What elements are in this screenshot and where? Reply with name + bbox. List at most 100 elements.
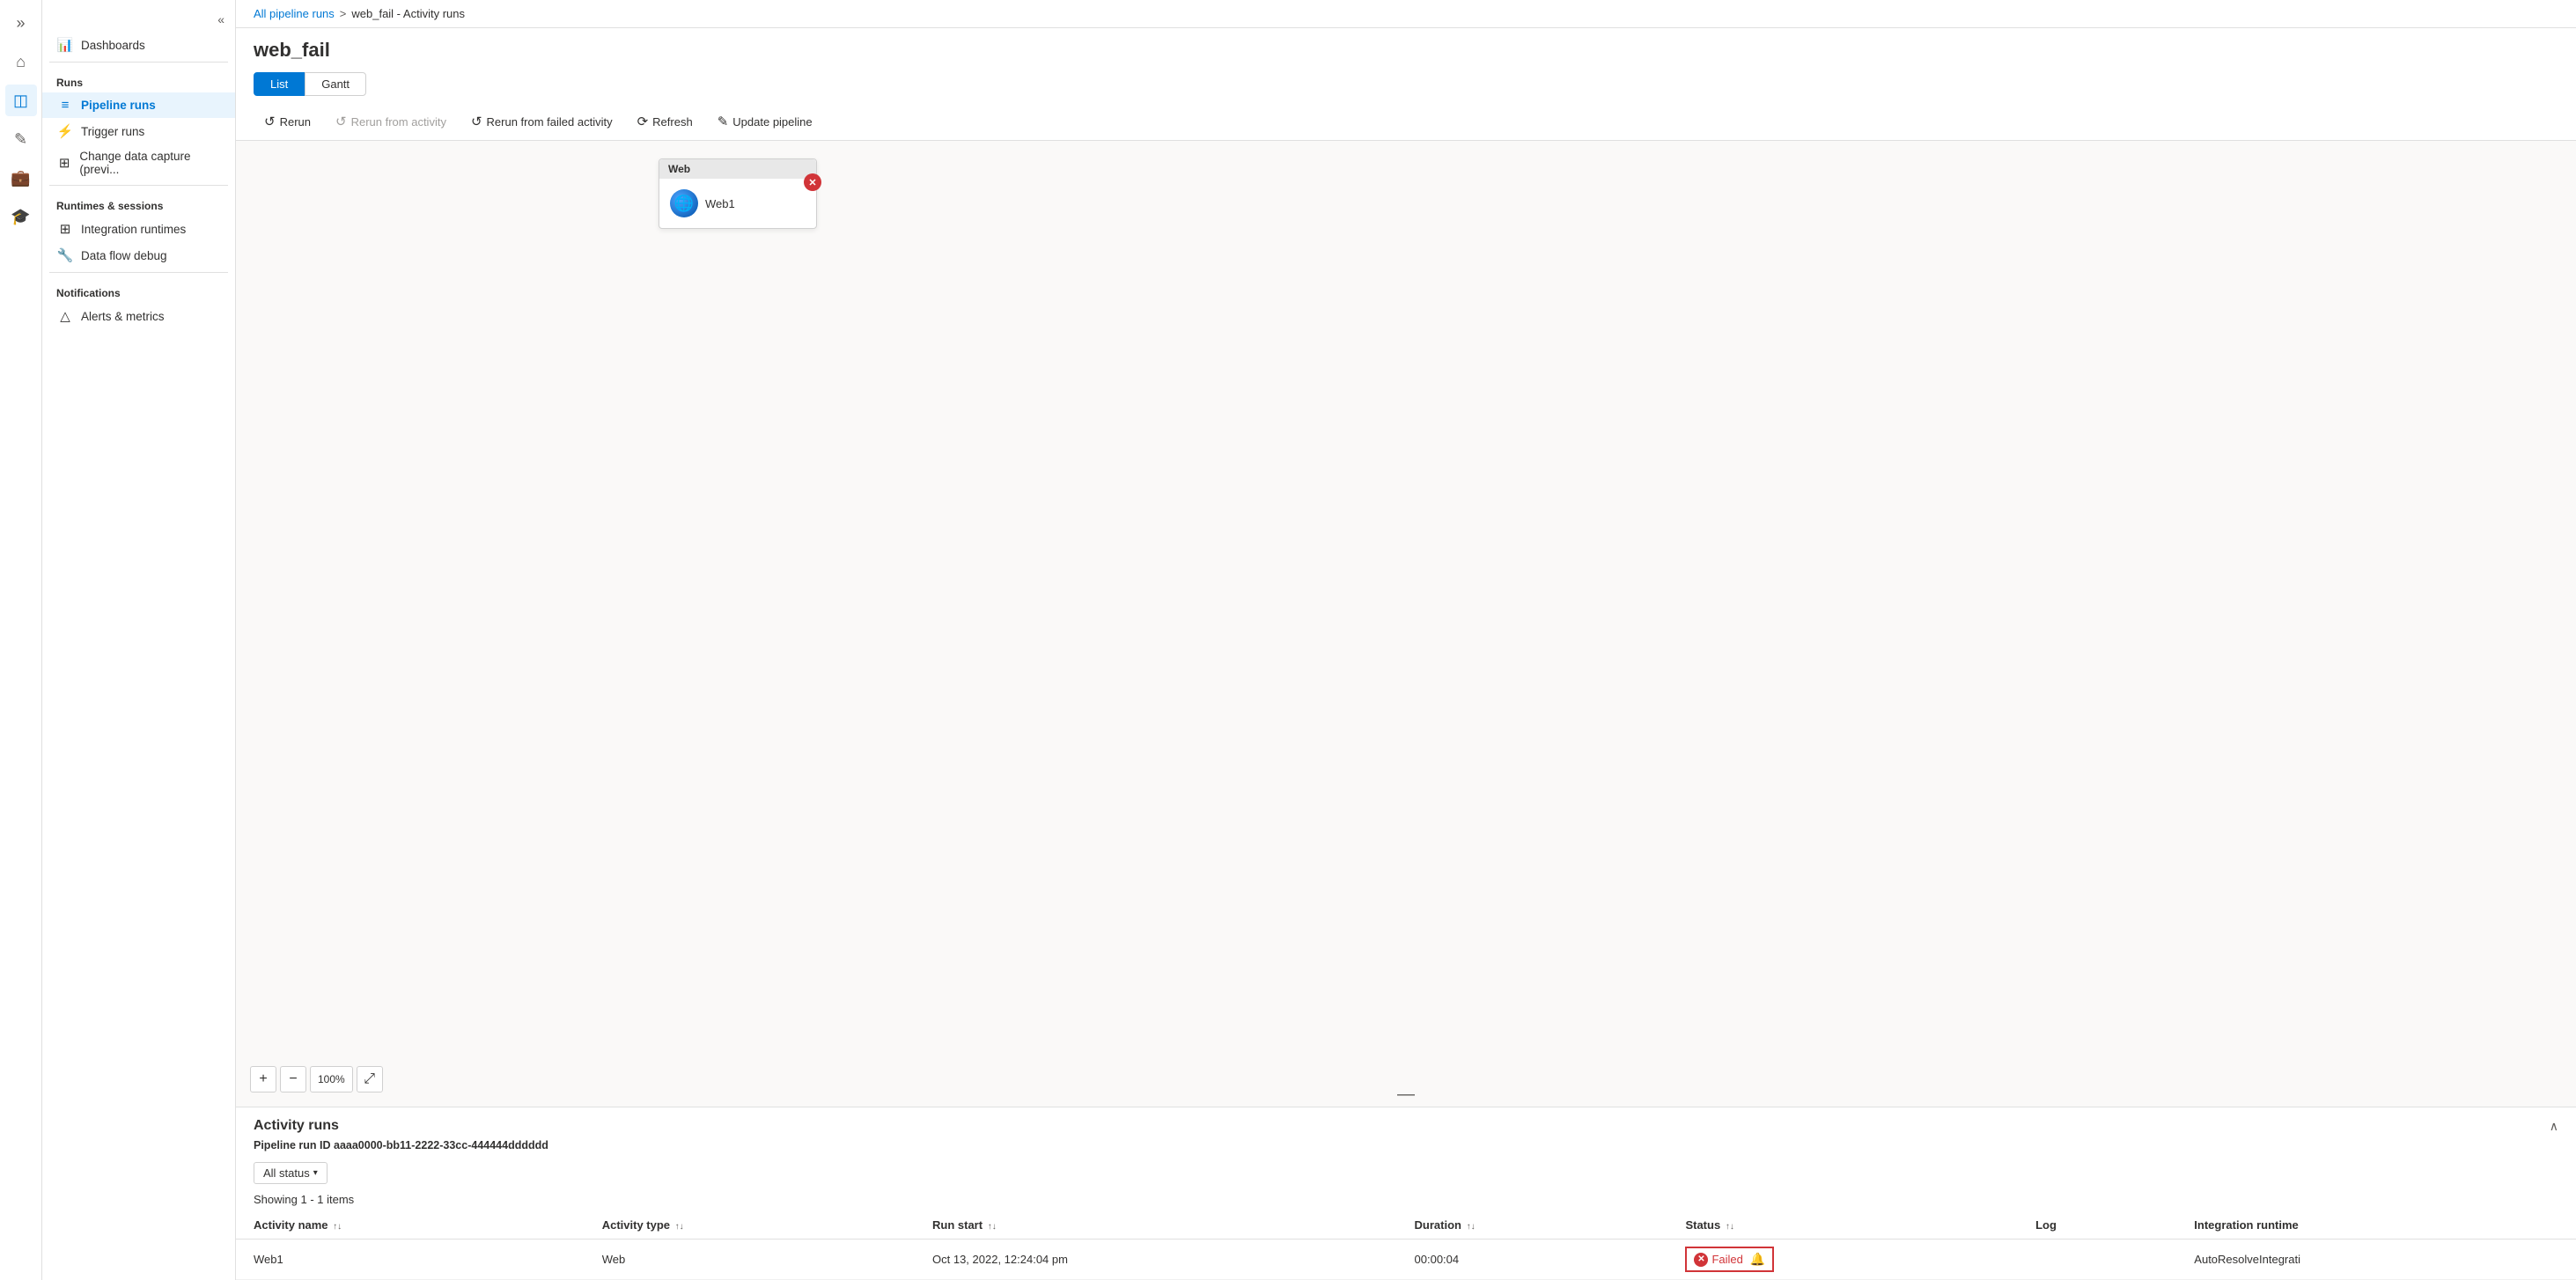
rerun-from-failed-button[interactable]: ↺ Rerun from failed activity bbox=[460, 108, 623, 135]
cell-run-start: Oct 13, 2022, 12:24:04 pm bbox=[915, 1240, 1397, 1280]
web-node-card[interactable]: Web 🌐 Web1 ✕ bbox=[659, 158, 817, 229]
rerun-button[interactable]: ↺ Rerun bbox=[254, 108, 321, 135]
cell-activity-name: Web1 bbox=[236, 1240, 585, 1280]
sidebar-item-dashboards[interactable]: 📊 Dashboards bbox=[42, 32, 235, 58]
rerun-from-activity-button[interactable]: ↺ Rerun from activity bbox=[325, 108, 457, 135]
sort-duration-icon[interactable]: ↑↓ bbox=[1467, 1222, 1476, 1232]
log-details-icon[interactable]: 🔔 bbox=[1750, 1252, 1765, 1267]
update-pipeline-button[interactable]: ✎ Update pipeline bbox=[707, 108, 823, 135]
dashboards-icon: 📊 bbox=[56, 37, 74, 53]
sort-activity-name-icon[interactable]: ↑↓ bbox=[333, 1222, 342, 1232]
update-pipeline-label: Update pipeline bbox=[732, 115, 812, 129]
sidebar-divider-1 bbox=[49, 62, 228, 63]
update-pipeline-icon: ✎ bbox=[718, 114, 729, 129]
activity-runs-section: Activity runs ∧ Pipeline run ID aaaa0000… bbox=[236, 1107, 2576, 1280]
web-node-header: Web bbox=[659, 159, 816, 179]
sidebar-item-trigger-runs[interactable]: ⚡ Trigger runs bbox=[42, 118, 235, 144]
zoom-in-button[interactable]: + bbox=[250, 1066, 276, 1092]
rerun-from-activity-label: Rerun from activity bbox=[351, 115, 446, 129]
sort-status-icon[interactable]: ↑↓ bbox=[1726, 1222, 1734, 1232]
col-run-start: Run start ↑↓ bbox=[915, 1211, 1397, 1240]
integration-runtimes-label: Integration runtimes bbox=[81, 223, 186, 236]
rerun-from-failed-label: Rerun from failed activity bbox=[487, 115, 613, 129]
trigger-runs-label: Trigger runs bbox=[81, 125, 144, 138]
zoom-percent-button[interactable]: 100% bbox=[310, 1066, 353, 1092]
pipeline-run-id-value: aaaa0000-bb11-2222-33cc-444444dddddd bbox=[334, 1139, 548, 1151]
status-filter: All status ▾ bbox=[236, 1159, 2576, 1191]
runs-section-label: Runs bbox=[42, 66, 235, 92]
icon-strip: » ⌂ ◫ ✎ 💼 🎓 bbox=[0, 0, 42, 1280]
sort-run-start-icon[interactable]: ↑↓ bbox=[988, 1222, 997, 1232]
sidebar-item-pipeline-runs[interactable]: ≡ Pipeline runs bbox=[42, 92, 235, 118]
sidebar-divider-3 bbox=[49, 272, 228, 273]
status-dropdown[interactable]: All status ▾ bbox=[254, 1162, 328, 1184]
web-node-body: 🌐 Web1 ✕ bbox=[659, 179, 816, 228]
refresh-button[interactable]: ⟳ Refresh bbox=[627, 108, 703, 135]
web-globe-icon: 🌐 bbox=[670, 189, 698, 217]
home-icon-btn[interactable]: ⌂ bbox=[5, 46, 37, 77]
drag-handle[interactable]: — bbox=[1397, 1085, 1415, 1107]
collapse-sidebar-btn[interactable]: « bbox=[214, 11, 228, 28]
web-node-error-icon: ✕ bbox=[804, 173, 821, 191]
change-data-capture-label: Change data capture (previ... bbox=[79, 150, 221, 176]
action-toolbar: ↺ Rerun ↺ Rerun from activity ↺ Rerun fr… bbox=[236, 103, 2576, 141]
pipeline-runs-icon: ≡ bbox=[56, 98, 74, 113]
sidebar-collapse-header: « bbox=[42, 7, 235, 32]
alerts-metrics-label: Alerts & metrics bbox=[81, 310, 165, 323]
sidebar-item-integration-runtimes[interactable]: ⊞ Integration runtimes bbox=[42, 216, 235, 242]
status-failed-icon: ✕ bbox=[1694, 1253, 1708, 1267]
cell-log bbox=[2018, 1240, 2176, 1280]
data-flow-debug-label: Data flow debug bbox=[81, 249, 167, 262]
tab-gantt[interactable]: Gantt bbox=[305, 72, 366, 96]
sidebar-dashboards-label: Dashboards bbox=[81, 39, 145, 52]
notifications-section-label: Notifications bbox=[42, 276, 235, 303]
status-failed-badge: ✕ Failed 🔔 bbox=[1685, 1247, 1774, 1272]
table-row: Web1 Web Oct 13, 2022, 12:24:04 pm 00:00… bbox=[236, 1240, 2576, 1280]
sidebar-item-change-data-capture[interactable]: ⊞ Change data capture (previ... bbox=[42, 144, 235, 181]
rerun-icon: ↺ bbox=[264, 114, 276, 129]
breadcrumb-link[interactable]: All pipeline runs bbox=[254, 7, 335, 20]
edit-icon-btn[interactable]: ✎ bbox=[5, 123, 37, 155]
breadcrumb-separator: > bbox=[340, 7, 347, 20]
monitor-icon-btn[interactable]: ◫ bbox=[5, 85, 37, 116]
showing-text: Showing 1 - 1 items bbox=[236, 1191, 2576, 1211]
pipeline-run-id: Pipeline run ID aaaa0000-bb11-2222-33cc-… bbox=[236, 1137, 2576, 1159]
breadcrumb-current: web_fail - Activity runs bbox=[351, 7, 465, 20]
cell-integration-runtime: AutoResolveIntegrati bbox=[2176, 1240, 2576, 1280]
hat-icon-btn[interactable]: 🎓 bbox=[5, 201, 37, 232]
canvas-area[interactable]: Web 🌐 Web1 ✕ + − 100% ⤢ — bbox=[236, 141, 2576, 1107]
collapse-activity-runs-btn[interactable]: ∧ bbox=[2550, 1119, 2558, 1134]
sort-activity-type-icon[interactable]: ↑↓ bbox=[675, 1222, 684, 1232]
alerts-metrics-icon: △ bbox=[56, 308, 74, 324]
col-status: Status ↑↓ bbox=[1667, 1211, 2018, 1240]
tab-list[interactable]: List bbox=[254, 72, 305, 96]
page-title: web_fail bbox=[236, 28, 2576, 69]
col-activity-name: Activity name ↑↓ bbox=[236, 1211, 585, 1240]
status-filter-label: All status bbox=[263, 1166, 310, 1180]
sidebar-item-data-flow-debug[interactable]: 🔧 Data flow debug bbox=[42, 242, 235, 269]
sidebar: « 📊 Dashboards Runs ≡ Pipeline runs ⚡ Tr… bbox=[42, 0, 236, 1280]
data-flow-debug-icon: 🔧 bbox=[56, 247, 74, 263]
rerun-label: Rerun bbox=[280, 115, 311, 129]
web-node-container: Web 🌐 Web1 ✕ bbox=[659, 158, 817, 229]
pipeline-runs-label: Pipeline runs bbox=[81, 99, 156, 112]
cell-status: ✕ Failed 🔔 bbox=[1667, 1240, 2018, 1280]
zoom-out-button[interactable]: − bbox=[280, 1066, 306, 1092]
refresh-label: Refresh bbox=[652, 115, 693, 129]
integration-runtimes-icon: ⊞ bbox=[56, 221, 74, 237]
zoom-controls: + − 100% ⤢ bbox=[250, 1066, 383, 1092]
briefcase-icon-btn[interactable]: 💼 bbox=[5, 162, 37, 194]
runtimes-section-label: Runtimes & sessions bbox=[42, 189, 235, 216]
activity-runs-header: Activity runs ∧ bbox=[236, 1107, 2576, 1137]
activity-runs-title: Activity runs bbox=[254, 1118, 339, 1134]
col-integration-runtime: Integration runtime bbox=[2176, 1211, 2576, 1240]
col-log: Log bbox=[2018, 1211, 2176, 1240]
col-duration: Duration ↑↓ bbox=[1397, 1211, 1668, 1240]
breadcrumb: All pipeline runs > web_fail - Activity … bbox=[236, 0, 2576, 28]
sidebar-item-alerts-metrics[interactable]: △ Alerts & metrics bbox=[42, 303, 235, 329]
rerun-from-failed-icon: ↺ bbox=[471, 114, 482, 129]
zoom-fit-button[interactable]: ⤢ bbox=[357, 1066, 383, 1092]
change-data-capture-icon: ⊞ bbox=[56, 155, 72, 171]
expand-sidebar-btn[interactable]: » bbox=[5, 7, 37, 39]
table-header-row: Activity name ↑↓ Activity type ↑↓ Run st… bbox=[236, 1211, 2576, 1240]
